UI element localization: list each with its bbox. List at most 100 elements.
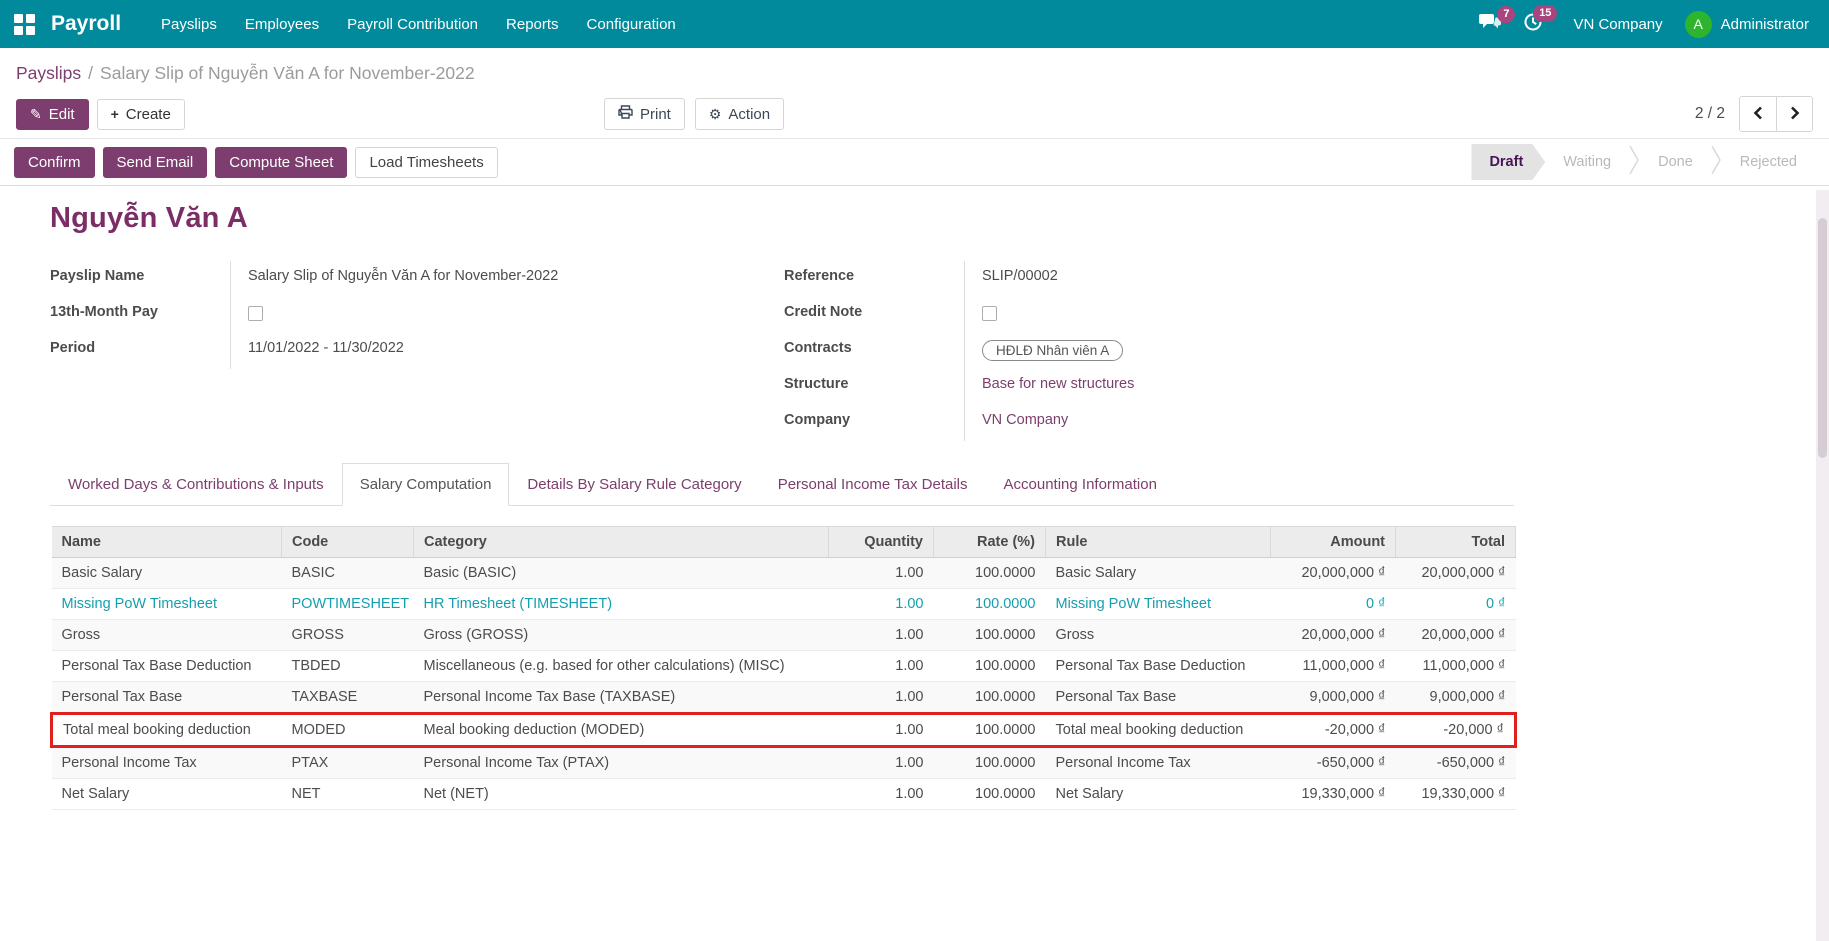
cell-rule[interactable]: Personal Tax Base Deduction bbox=[1045, 650, 1271, 682]
cell-code[interactable]: TBDED bbox=[281, 650, 414, 682]
menu-item-reports[interactable]: Reports bbox=[492, 0, 573, 48]
print-button[interactable]: Print bbox=[604, 98, 685, 130]
cell-category[interactable]: Basic (BASIC) bbox=[413, 557, 829, 589]
breadcrumb-parent[interactable]: Payslips bbox=[16, 63, 81, 83]
action-button[interactable]: ⚙ Action bbox=[694, 98, 785, 130]
company-switcher[interactable]: VN Company bbox=[1573, 16, 1662, 33]
tab-personal-income-tax-details[interactable]: Personal Income Tax Details bbox=[760, 463, 986, 506]
cell-rule[interactable]: Total meal booking deduction bbox=[1045, 712, 1271, 748]
cell-name[interactable]: Gross bbox=[51, 619, 282, 651]
column-header-amount[interactable]: Amount bbox=[1270, 526, 1396, 558]
create-button[interactable]: + Create bbox=[96, 98, 185, 130]
cell-total[interactable]: 0 ₫ bbox=[1395, 588, 1516, 620]
menu-item-payroll-contribution[interactable]: Payroll Contribution bbox=[333, 0, 492, 48]
status-stage-rejected[interactable]: Rejected bbox=[1722, 154, 1815, 170]
menu-item-payslips[interactable]: Payslips bbox=[147, 0, 231, 48]
apps-grid-icon[interactable] bbox=[14, 13, 35, 35]
company-link[interactable]: VN Company bbox=[982, 412, 1068, 428]
cell-category[interactable]: Miscellaneous (e.g. based for other calc… bbox=[413, 650, 829, 682]
scrollbar-track[interactable] bbox=[1816, 190, 1829, 941]
column-header-rule[interactable]: Rule bbox=[1045, 526, 1271, 558]
cell-quantity[interactable]: 1.00 bbox=[828, 588, 934, 620]
status-stage-draft[interactable]: Draft bbox=[1471, 144, 1545, 180]
pager-next-button[interactable] bbox=[1776, 97, 1812, 131]
pager-prev-button[interactable] bbox=[1740, 97, 1776, 131]
cell-quantity[interactable]: 1.00 bbox=[828, 557, 934, 589]
contracts-tag[interactable]: HĐLĐ Nhân viên A bbox=[982, 340, 1124, 361]
cell-total[interactable]: 9,000,000 ₫ bbox=[1395, 681, 1516, 714]
table-row-net[interactable]: Net Salary NET Net (NET) 1.00 100.0000 Net Sa… bbox=[51, 778, 1516, 810]
cell-rule[interactable]: Personal Tax Base bbox=[1045, 681, 1271, 714]
cell-name[interactable]: Personal Income Tax bbox=[51, 746, 282, 779]
table-row-gross[interactable]: Gross GROSS Gross (GROSS) 1.00 100.0000 Gross… bbox=[51, 619, 1516, 651]
column-header-name[interactable]: Name bbox=[51, 526, 282, 558]
tab-details-by-salary-rule-category[interactable]: Details By Salary Rule Category bbox=[509, 463, 759, 506]
tab-accounting-information[interactable]: Accounting Information bbox=[986, 463, 1175, 506]
cell-name[interactable]: Personal Tax Base bbox=[51, 681, 282, 714]
scrollbar-thumb[interactable] bbox=[1818, 218, 1827, 458]
cell-rule[interactable]: Gross bbox=[1045, 619, 1271, 651]
cell-quantity[interactable]: 1.00 bbox=[828, 746, 934, 779]
table-row-powtimesheet[interactable]: Missing PoW Timesheet POWTIMESHEET HR Time… bbox=[51, 588, 1516, 620]
cell-code[interactable]: POWTIMESHEET bbox=[281, 588, 414, 620]
cell-quantity[interactable]: 1.00 bbox=[828, 778, 934, 810]
cell-name[interactable]: Personal Tax Base Deduction bbox=[51, 650, 282, 682]
status-stage-waiting[interactable]: Waiting bbox=[1545, 154, 1629, 170]
table-row-moded[interactable]: Total meal booking deduction MODED Meal bo… bbox=[50, 712, 1517, 748]
cell-rate[interactable]: 100.0000 bbox=[933, 557, 1046, 589]
cell-code[interactable]: MODED bbox=[281, 712, 414, 748]
cell-category[interactable]: Personal Income Tax Base (TAXBASE) bbox=[413, 681, 829, 714]
cell-category[interactable]: Net (NET) bbox=[413, 778, 829, 810]
cell-amount[interactable]: 20,000,000 ₫ bbox=[1270, 557, 1396, 589]
send-email-button[interactable]: Send Email bbox=[102, 146, 208, 178]
cell-total[interactable]: 11,000,000 ₫ bbox=[1395, 650, 1516, 682]
cell-total[interactable]: 19,330,000 ₫ bbox=[1395, 778, 1516, 810]
compute-sheet-button[interactable]: Compute Sheet bbox=[215, 146, 348, 178]
cell-code[interactable]: PTAX bbox=[281, 746, 414, 779]
credit-note-checkbox[interactable] bbox=[982, 306, 997, 321]
cell-quantity[interactable]: 1.00 bbox=[828, 650, 934, 682]
cell-quantity[interactable]: 1.00 bbox=[828, 681, 934, 714]
cell-amount[interactable]: -650,000 ₫ bbox=[1270, 746, 1396, 779]
table-row-ptax[interactable]: Personal Income Tax PTAX Personal Income T… bbox=[51, 746, 1516, 779]
cell-code[interactable]: NET bbox=[281, 778, 414, 810]
cell-amount[interactable]: 11,000,000 ₫ bbox=[1270, 650, 1396, 682]
column-header-category[interactable]: Category bbox=[413, 526, 829, 558]
menu-item-employees[interactable]: Employees bbox=[231, 0, 333, 48]
cell-category[interactable]: Gross (GROSS) bbox=[413, 619, 829, 651]
cell-total[interactable]: -20,000 ₫ bbox=[1395, 712, 1517, 748]
edit-button[interactable]: ✎ Edit bbox=[16, 98, 89, 130]
cell-rate[interactable]: 100.0000 bbox=[933, 778, 1046, 810]
cell-rate[interactable]: 100.0000 bbox=[933, 588, 1046, 620]
cell-rate[interactable]: 100.0000 bbox=[933, 650, 1046, 682]
cell-amount[interactable]: 9,000,000 ₫ bbox=[1270, 681, 1396, 714]
cell-category[interactable]: Meal booking deduction (MODED) bbox=[413, 712, 829, 748]
cell-code[interactable]: BASIC bbox=[281, 557, 414, 589]
cell-amount[interactable]: -20,000 ₫ bbox=[1270, 712, 1396, 748]
confirm-button[interactable]: Confirm bbox=[14, 146, 95, 178]
cell-rule[interactable]: Basic Salary bbox=[1045, 557, 1271, 589]
cell-amount[interactable]: 19,330,000 ₫ bbox=[1270, 778, 1396, 810]
cell-total[interactable]: 20,000,000 ₫ bbox=[1395, 557, 1516, 589]
cell-amount[interactable]: 0 ₫ bbox=[1270, 588, 1396, 620]
cell-amount[interactable]: 20,000,000 ₫ bbox=[1270, 619, 1396, 651]
cell-name[interactable]: Missing PoW Timesheet bbox=[51, 588, 282, 620]
table-row-basic[interactable]: Basic Salary BASIC Basic (BASIC) 1.00 100.00… bbox=[51, 557, 1516, 589]
cell-quantity[interactable]: 1.00 bbox=[828, 712, 934, 748]
cell-rule[interactable]: Personal Income Tax bbox=[1045, 746, 1271, 779]
column-header-rate[interactable]: Rate (%) bbox=[933, 526, 1046, 558]
activities-button[interactable]: 15 bbox=[1523, 5, 1558, 36]
load-timesheets-button[interactable]: Load Timesheets bbox=[355, 146, 498, 178]
cell-rate[interactable]: 100.0000 bbox=[933, 712, 1046, 748]
cell-total[interactable]: -650,000 ₫ bbox=[1395, 746, 1516, 779]
menu-item-configuration[interactable]: Configuration bbox=[573, 0, 690, 48]
cell-rule[interactable]: Missing PoW Timesheet bbox=[1045, 588, 1271, 620]
tab-salary-computation[interactable]: Salary Computation bbox=[341, 463, 510, 506]
messages-button[interactable]: 7 bbox=[1479, 6, 1516, 35]
table-row-tbded[interactable]: Personal Tax Base Deduction TBDED Miscella… bbox=[51, 650, 1516, 682]
table-row-taxbase[interactable]: Personal Tax Base TAXBASE Personal Income … bbox=[51, 681, 1516, 714]
user-menu[interactable]: A Administrator bbox=[1684, 10, 1809, 38]
cell-rate[interactable]: 100.0000 bbox=[933, 619, 1046, 651]
cell-category[interactable]: Personal Income Tax (PTAX) bbox=[413, 746, 829, 779]
cell-total[interactable]: 20,000,000 ₫ bbox=[1395, 619, 1516, 651]
